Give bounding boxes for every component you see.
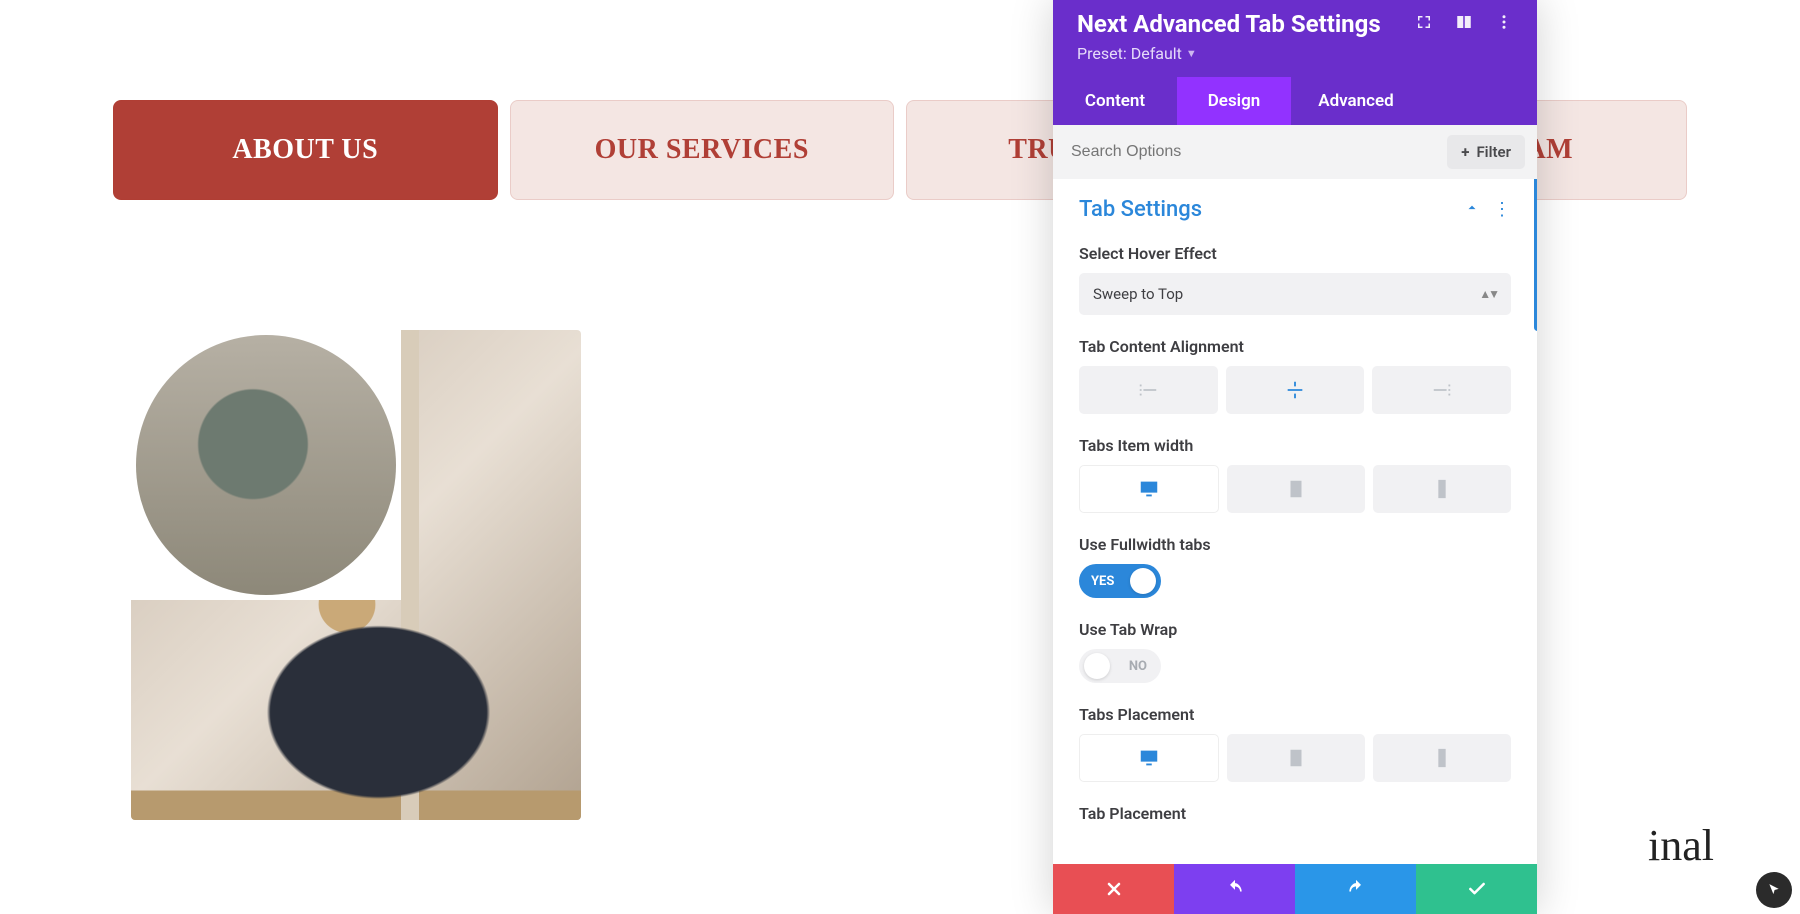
field-label: Tabs Item width bbox=[1079, 436, 1511, 455]
select-chevron-icon: ▲▼ bbox=[1479, 287, 1497, 301]
toggle-knob bbox=[1130, 568, 1156, 594]
panel-header: Next Advanced Tab Settings Preset: Defau… bbox=[1053, 0, 1537, 77]
device-desktop-button[interactable] bbox=[1079, 465, 1219, 513]
undo-button[interactable] bbox=[1174, 864, 1295, 914]
device-desktop-button[interactable] bbox=[1079, 734, 1219, 782]
preset-value: Default bbox=[1131, 44, 1182, 63]
chevron-up-icon[interactable] bbox=[1465, 200, 1479, 219]
field-label: Select Hover Effect bbox=[1079, 244, 1511, 263]
align-left-button[interactable] bbox=[1079, 366, 1218, 414]
section-title: Tab Settings bbox=[1079, 197, 1202, 222]
panel-tab-advanced[interactable]: Advanced bbox=[1291, 77, 1421, 125]
cursor-badge[interactable] bbox=[1756, 872, 1792, 908]
plus-icon: + bbox=[1461, 143, 1469, 161]
field-tab-wrap: Use Tab Wrap NO bbox=[1079, 620, 1511, 683]
panel-tab-design[interactable]: Design bbox=[1177, 77, 1291, 125]
align-right-button[interactable] bbox=[1372, 366, 1511, 414]
columns-icon[interactable] bbox=[1455, 13, 1473, 35]
field-fullwidth: Use Fullwidth tabs YES bbox=[1079, 535, 1511, 598]
page-tab-our-services[interactable]: OUR SERVICES bbox=[510, 100, 895, 200]
content-image-inset bbox=[131, 330, 401, 600]
field-label: Use Tab Wrap bbox=[1079, 620, 1511, 639]
field-hover-effect: Select Hover Effect Sweep to Top ▲▼ bbox=[1079, 244, 1511, 315]
panel-tab-bar: Content Design Advanced bbox=[1053, 77, 1537, 125]
panel-title: Next Advanced Tab Settings bbox=[1077, 10, 1381, 38]
align-center-button[interactable] bbox=[1226, 366, 1365, 414]
filter-label: Filter bbox=[1476, 143, 1511, 161]
preset-selector[interactable]: Preset: Default ▼ bbox=[1077, 44, 1513, 63]
settings-panel: Next Advanced Tab Settings Preset: Defau… bbox=[1053, 0, 1537, 914]
section-kebab-icon[interactable]: ⋮ bbox=[1493, 201, 1511, 219]
save-button[interactable] bbox=[1416, 864, 1537, 914]
field-label: Tab Placement bbox=[1079, 804, 1511, 823]
expand-icon[interactable] bbox=[1415, 13, 1433, 35]
field-label: Tabs Placement bbox=[1079, 705, 1511, 724]
toggle-on-text: YES bbox=[1091, 574, 1114, 589]
field-label: Tab Content Alignment bbox=[1079, 337, 1511, 356]
kebab-menu-icon[interactable] bbox=[1495, 13, 1513, 35]
fullwidth-toggle[interactable]: YES bbox=[1079, 564, 1161, 598]
device-tablet-button[interactable] bbox=[1227, 734, 1365, 782]
field-item-width: Tabs Item width bbox=[1079, 436, 1511, 513]
panel-footer bbox=[1053, 864, 1537, 914]
field-content-alignment: Tab Content Alignment bbox=[1079, 337, 1511, 414]
background-text-fragment: inal bbox=[1648, 820, 1714, 871]
device-phone-button[interactable] bbox=[1373, 465, 1511, 513]
cancel-button[interactable] bbox=[1053, 864, 1174, 914]
toggle-knob bbox=[1084, 653, 1110, 679]
panel-tab-content[interactable]: Content bbox=[1053, 77, 1177, 125]
caret-down-icon: ▼ bbox=[1186, 47, 1197, 60]
search-row: + Filter bbox=[1053, 125, 1537, 179]
preset-label: Preset: bbox=[1077, 44, 1127, 63]
redo-button[interactable] bbox=[1295, 864, 1416, 914]
field-tabs-placement: Tabs Placement bbox=[1079, 705, 1511, 782]
search-input[interactable] bbox=[1065, 135, 1447, 169]
device-tablet-button[interactable] bbox=[1227, 465, 1365, 513]
section-header[interactable]: Tab Settings ⋮ bbox=[1079, 197, 1511, 222]
filter-button[interactable]: + Filter bbox=[1447, 135, 1525, 169]
select-value: Sweep to Top bbox=[1093, 285, 1183, 303]
panel-body: Tab Settings ⋮ Select Hover Effect Sweep… bbox=[1053, 179, 1537, 864]
page-tab-about-us[interactable]: ABOUT US bbox=[113, 100, 498, 200]
toggle-off-text: NO bbox=[1129, 659, 1147, 674]
tab-wrap-toggle[interactable]: NO bbox=[1079, 649, 1161, 683]
field-tab-placement: Tab Placement bbox=[1079, 804, 1511, 823]
field-label: Use Fullwidth tabs bbox=[1079, 535, 1511, 554]
device-phone-button[interactable] bbox=[1373, 734, 1511, 782]
hover-effect-select[interactable]: Sweep to Top ▲▼ bbox=[1079, 273, 1511, 315]
